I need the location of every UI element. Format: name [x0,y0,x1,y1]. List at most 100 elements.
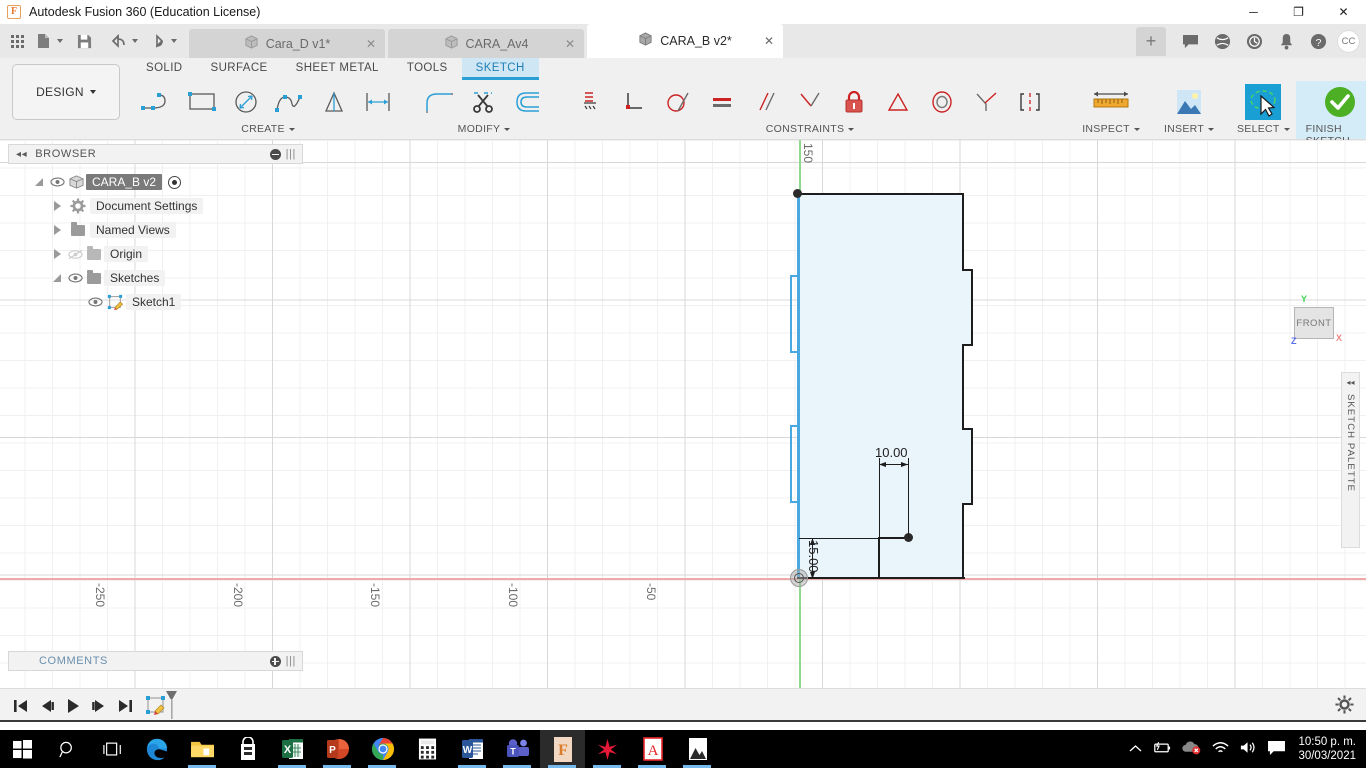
panel-label-select[interactable]: SELECT [1237,123,1290,135]
view-cube[interactable]: FRONT Y X Z [1291,294,1342,346]
symmetry-icon[interactable] [1008,81,1052,123]
radio-icon[interactable] [168,175,182,189]
sketch-palette-panel[interactable]: ◂◂ SKETCH PALETTE [1341,372,1360,548]
collapse-all-icon[interactable] [269,148,281,160]
taskbar-clock[interactable]: 10:50 p. m. 30/03/2021 [1298,735,1362,763]
wifi-icon[interactable] [1211,740,1230,758]
ellipse-icon[interactable] [224,81,268,123]
data-panel-icon[interactable] [1206,24,1238,58]
go-to-end-icon[interactable] [112,689,138,723]
panel-grip-icon[interactable]: ||| [286,148,296,160]
maximize-button[interactable]: ❐ [1276,0,1321,24]
grid-menu-icon[interactable] [4,28,30,54]
tree-row-document-settings[interactable]: Document Settings [8,194,303,218]
rectangle-icon[interactable] [180,81,224,123]
fusion360-app[interactable]: F [540,730,585,768]
document-tab-2[interactable]: CARA_Av4 ✕ [388,29,584,58]
visibility-eye-icon[interactable] [86,297,104,307]
concentric-icon[interactable] [920,81,964,123]
expander-open-icon[interactable] [30,178,48,186]
file-explorer-app[interactable] [180,730,225,768]
go-to-beginning-icon[interactable] [8,689,34,723]
tab-solid[interactable]: SOLID [132,58,197,78]
notifications-icon[interactable] [1270,24,1302,58]
collinear-icon[interactable] [964,81,1008,123]
play-icon[interactable] [60,689,86,723]
tab-sketch[interactable]: SKETCH [461,58,539,80]
tree-row-named-views[interactable]: Named Views [8,218,303,242]
calculator-app[interactable] [405,730,450,768]
sketch-edge-left-selected[interactable] [797,193,800,578]
comments-panel[interactable]: COMMENTS ||| [8,651,303,671]
comments-icon[interactable] [1174,24,1206,58]
sketch-edge-bottom[interactable] [797,577,965,579]
new-file-button[interactable] [30,28,63,54]
task-view-button[interactable] [90,730,135,768]
visibility-eye-off-icon[interactable] [66,249,84,260]
panel-grip-icon[interactable]: ||| [286,655,296,667]
collapse-icon[interactable]: ◂◂ [16,149,27,160]
close-icon[interactable]: ✕ [366,37,376,51]
chrome-app[interactable] [360,730,405,768]
microsoft-store-app[interactable] [225,730,270,768]
document-tab-3[interactable]: CARA_B v2* ✕ [587,24,783,58]
user-avatar[interactable]: CC [1337,29,1360,53]
equal-icon[interactable] [700,81,744,123]
close-icon[interactable]: ✕ [764,34,774,48]
tree-row-sketch1[interactable]: Sketch1 [8,290,303,314]
document-tab-1[interactable]: Cara_D v1* ✕ [189,29,385,58]
expander-open-icon[interactable] [48,274,66,282]
measure-ruler-icon[interactable] [1085,81,1137,123]
expander-closed-icon[interactable] [48,225,66,235]
spline-icon[interactable] [268,81,312,123]
insert-image-icon[interactable] [1167,81,1211,123]
coincident-icon[interactable] [788,81,832,123]
dimension-icon[interactable] [356,81,400,123]
collapse-icon[interactable]: ◂◂ [1346,378,1354,387]
horizontal-vertical-icon[interactable] [568,81,612,123]
tree-row-sketches[interactable]: Sketches [8,266,303,290]
tab-surface[interactable]: SURFACE [197,58,282,78]
add-comment-icon[interactable] [269,655,281,667]
sketch1-timeline-marker[interactable] [144,689,186,723]
tab-tools[interactable]: TOOLS [393,58,462,78]
sketch-point-top-left[interactable] [793,189,802,198]
fix-lock-icon[interactable] [832,81,876,123]
panel-finish-sketch[interactable]: FINISH SKETCH [1295,81,1366,147]
sketch-edge-notch2-right[interactable] [971,428,973,505]
step-forward-icon[interactable] [86,689,112,723]
start-button[interactable] [0,730,45,768]
powerpoint-app[interactable]: P [315,730,360,768]
panel-label-constraints[interactable]: CONSTRAINTS [766,123,855,135]
tangent-icon[interactable] [656,81,700,123]
tree-row-origin[interactable]: Origin [8,242,303,266]
expander-closed-icon[interactable] [48,249,66,259]
excel-app[interactable]: X [270,730,315,768]
save-icon[interactable] [71,28,97,54]
parallel-icon[interactable] [744,81,788,123]
panel-label-create[interactable]: CREATE [241,123,295,135]
line-icon[interactable] [136,81,180,123]
volume-icon[interactable] [1239,740,1258,758]
help-icon[interactable]: ? [1302,24,1334,58]
word-app[interactable]: W [450,730,495,768]
select-cursor-icon[interactable] [1241,81,1285,123]
view-cube-front-face[interactable]: FRONT [1294,307,1334,339]
timeline-settings-gear-icon[interactable] [1335,694,1354,717]
perpendicular-icon[interactable] [612,81,656,123]
midpoint-triangle-icon[interactable] [876,81,920,123]
sketch-edge-right-upper[interactable] [962,193,964,271]
workspace-switcher[interactable]: DESIGN [12,64,120,120]
onedrive-error-icon[interactable] [1181,740,1202,758]
fillet-icon[interactable] [418,81,462,123]
panel-label-modify[interactable]: MODIFY [458,123,511,135]
autodesk-app[interactable] [585,730,630,768]
visibility-eye-icon[interactable] [48,177,66,187]
action-center-icon[interactable] [1267,740,1289,759]
sketch-edge-step-vertical[interactable] [878,537,880,578]
sketch-edge-notch1-right[interactable] [971,269,973,346]
expander-closed-icon[interactable] [48,201,66,211]
tree-row-cara-b-v2[interactable]: CARA_B v2 [8,170,303,194]
step-back-icon[interactable] [34,689,60,723]
acrobat-app[interactable]: A [630,730,675,768]
